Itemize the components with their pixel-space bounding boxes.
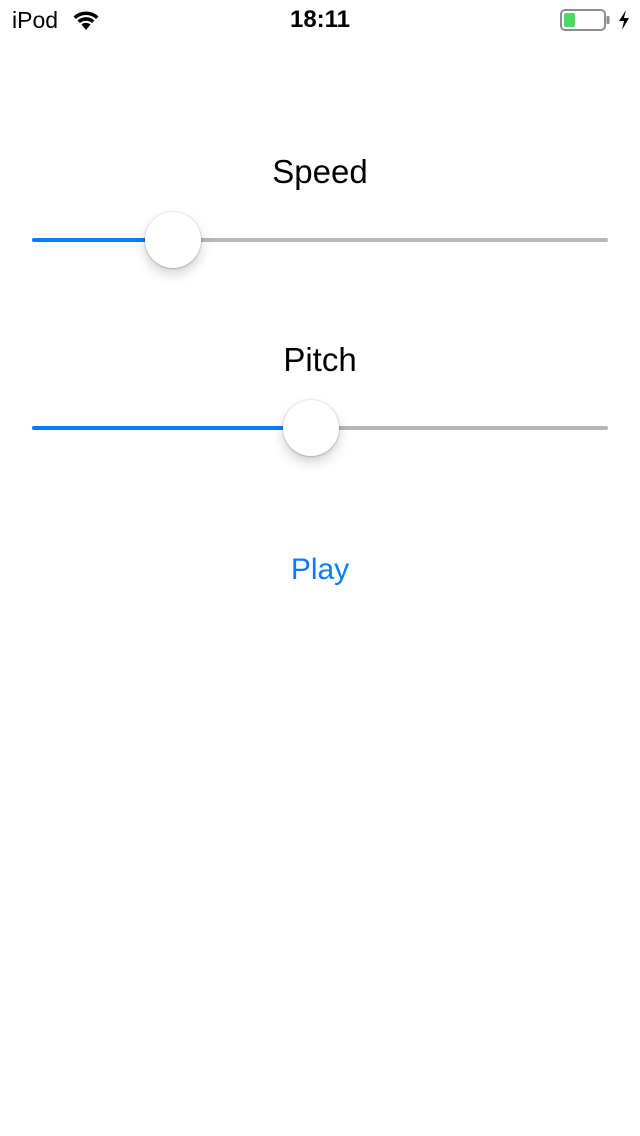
status-time: 18:11 — [289, 6, 351, 33]
battery-icon — [560, 9, 610, 31]
speed-slider[interactable] — [32, 210, 608, 270]
pitch-slider-fill — [32, 426, 312, 430]
pitch-slider-thumb[interactable] — [283, 400, 340, 456]
screen: iPod 18:11 Speed Pitch Play — [0, 0, 640, 1136]
status-bar: iPod 18:11 — [0, 0, 640, 40]
pitch-slider[interactable] — [32, 398, 608, 458]
speed-label: Speed — [272, 153, 368, 190]
play-button[interactable]: Play — [270, 548, 370, 592]
speed-slider-track[interactable] — [32, 238, 608, 242]
pitch-label: Pitch — [283, 341, 357, 378]
speed-slider-thumb[interactable] — [145, 212, 202, 268]
charging-bolt-icon — [619, 10, 629, 30]
